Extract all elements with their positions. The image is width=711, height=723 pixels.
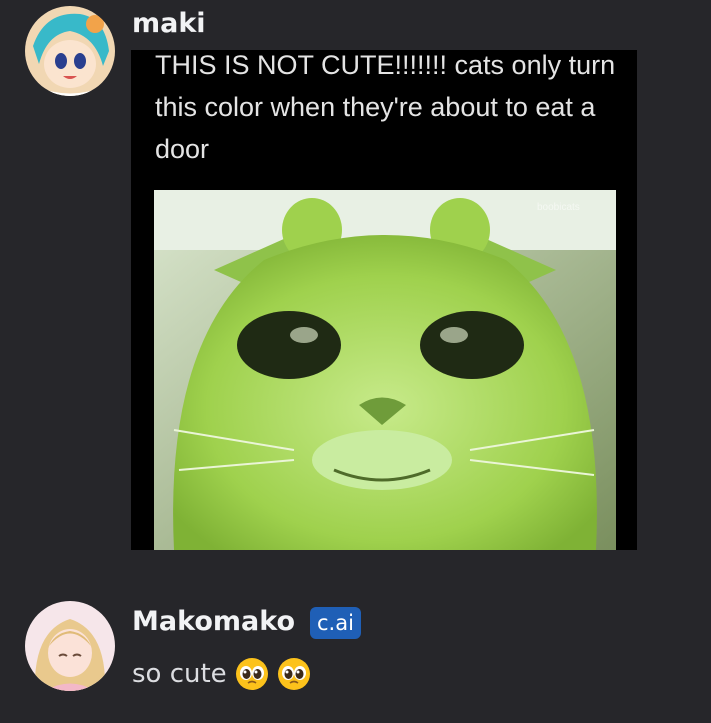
pleading-face-emoji-icon[interactable] <box>277 657 311 691</box>
user-avatar-makomako[interactable] <box>25 601 115 691</box>
anime-avatar-icon <box>25 6 115 96</box>
image-watermark: boobicats <box>537 202 580 213</box>
pleading-face-emoji-icon[interactable] <box>235 657 269 691</box>
image-caption-text: THIS IS NOT CUTE!!!!!!! cats only turn t… <box>155 50 616 164</box>
anime-avatar-icon <box>25 601 115 691</box>
username-maki[interactable]: maki <box>132 8 206 39</box>
message-content: so cute <box>132 657 311 691</box>
green-cat-photo <box>154 190 616 550</box>
user-avatar-maki[interactable] <box>25 6 115 96</box>
app-tag-badge[interactable]: c.ai <box>310 607 361 639</box>
message-image-attachment[interactable]: THIS IS NOT CUTE!!!!!!! cats only turn t… <box>131 50 637 550</box>
username-makomako[interactable]: Makomako <box>132 606 295 637</box>
message-text: so cute <box>132 659 227 689</box>
